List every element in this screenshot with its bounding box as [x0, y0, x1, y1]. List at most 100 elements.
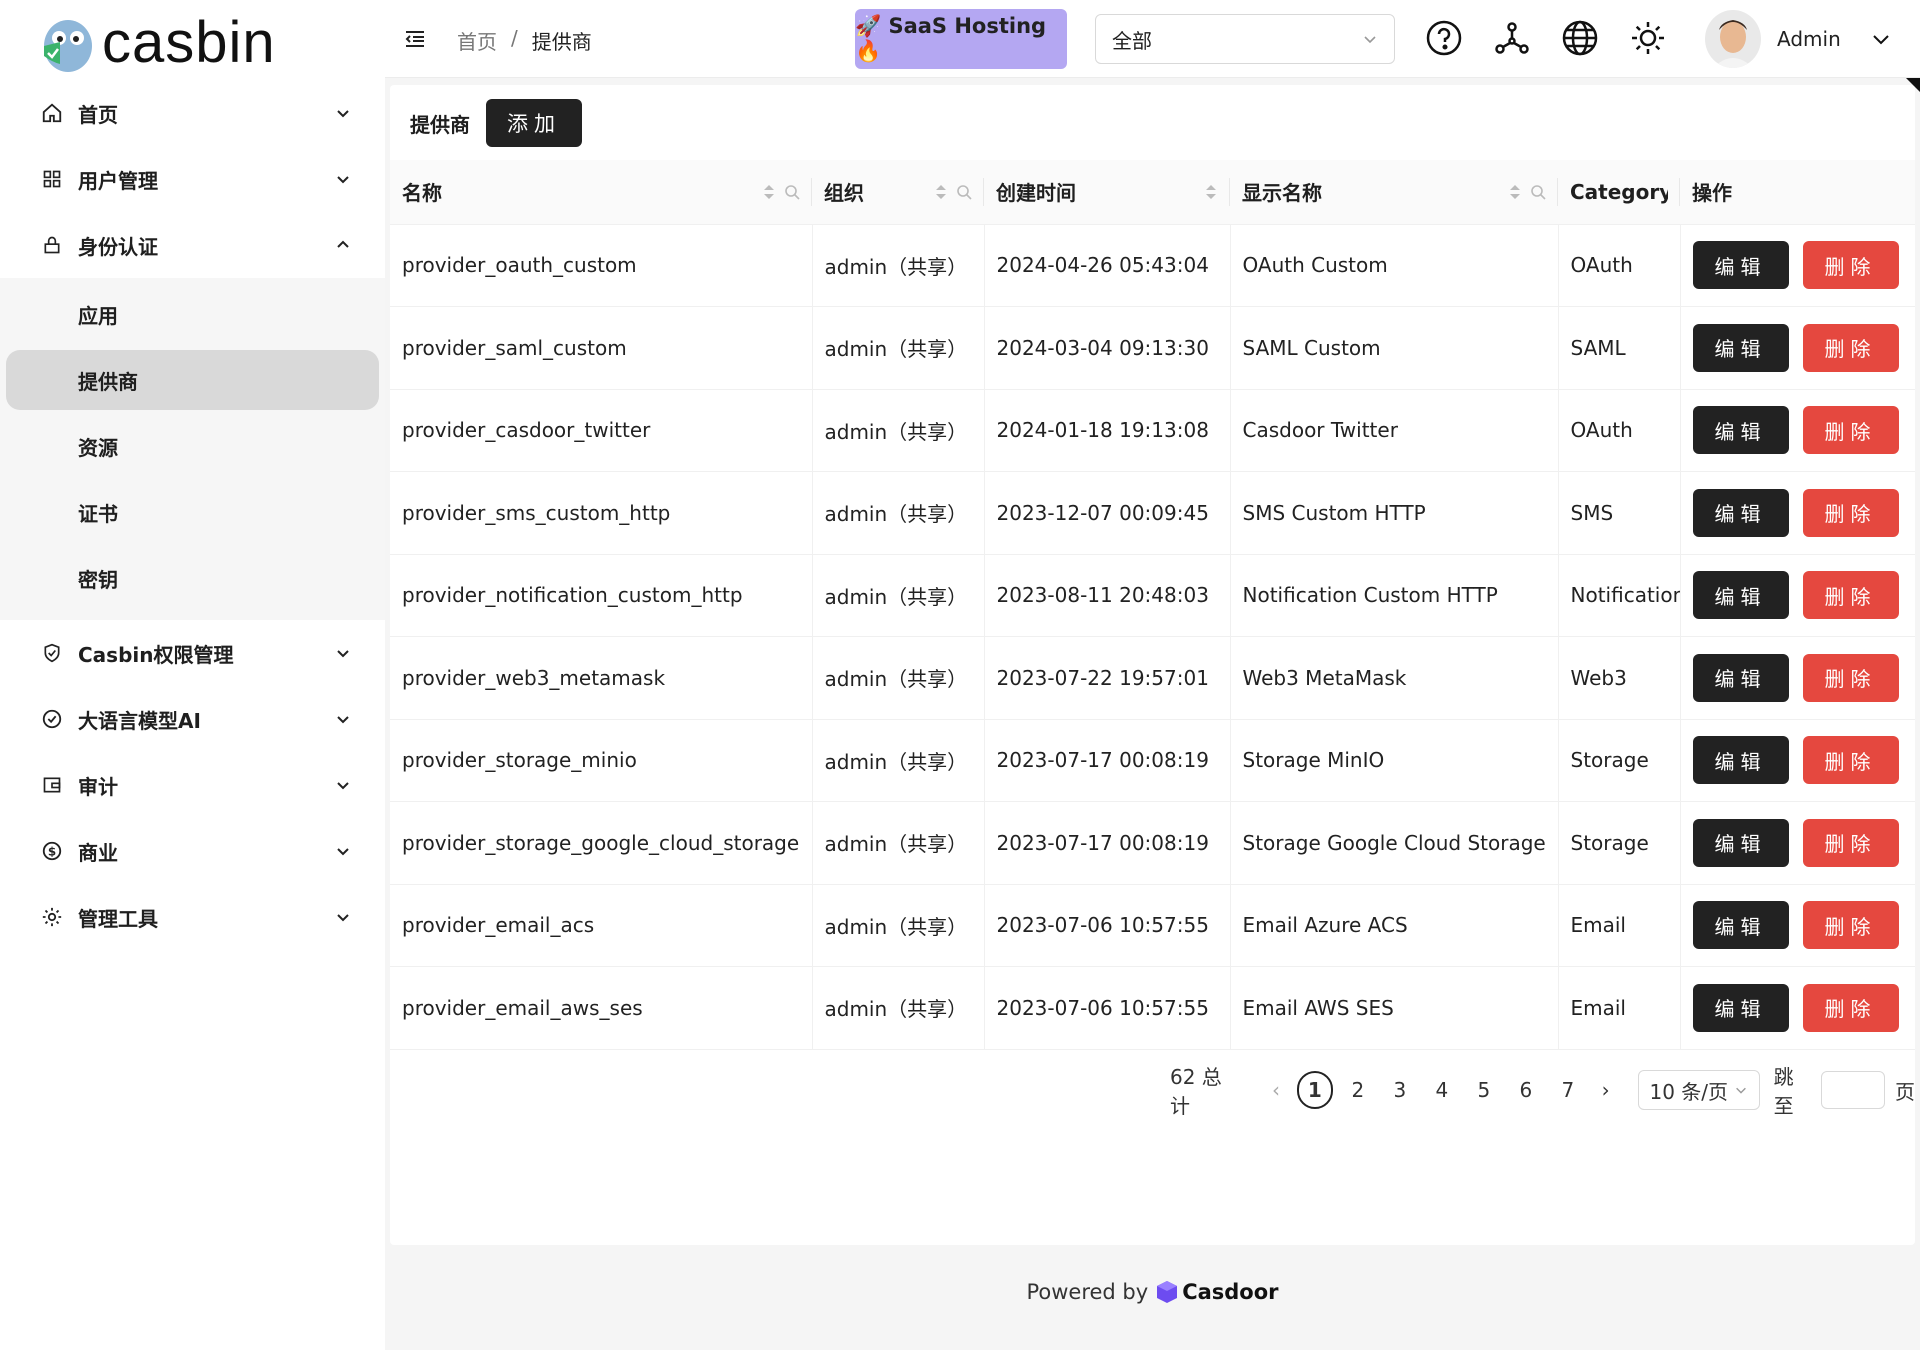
delete-button[interactable]: 删除: [1802, 571, 1899, 620]
cell-name: provider_storage_google_cloud_storage: [390, 801, 813, 885]
search-icon[interactable]: [956, 184, 972, 200]
delete-button[interactable]: 删除: [1802, 323, 1899, 372]
delete-button[interactable]: 删除: [1802, 488, 1899, 537]
cell-created-time: 2023-07-17 00:08:19: [984, 801, 1231, 885]
jump-label: 跳至: [1773, 1065, 1794, 1118]
cell-name: provider_saml_custom: [390, 306, 813, 390]
cell-actions: 编辑 删除: [1680, 306, 1915, 390]
home-icon: [40, 101, 64, 125]
sidebar-item-label: 管理工具: [78, 906, 158, 931]
page-number[interactable]: 4: [1421, 1071, 1463, 1109]
sidebar-item-user-management[interactable]: 用户管理: [0, 146, 385, 212]
delete-button[interactable]: 删除: [1802, 653, 1899, 702]
column-header-organization[interactable]: 组织: [812, 160, 984, 225]
cell-organization: admin（共享）: [812, 224, 985, 307]
delete-button[interactable]: 删除: [1802, 901, 1899, 950]
edit-button[interactable]: 编辑: [1692, 488, 1789, 537]
casbin-logo-icon: [44, 20, 92, 72]
sun-icon[interactable]: [1629, 19, 1667, 57]
sort-icon[interactable]: [1204, 183, 1218, 201]
page-number[interactable]: 7: [1547, 1071, 1589, 1109]
chevron-down-icon[interactable]: [1871, 30, 1891, 48]
next-page-icon[interactable]: ›: [1589, 1078, 1623, 1102]
page-number[interactable]: 2: [1337, 1071, 1379, 1109]
help-icon[interactable]: [1425, 19, 1463, 57]
sort-icon[interactable]: [934, 183, 948, 201]
prev-page-icon[interactable]: ‹: [1259, 1078, 1293, 1102]
jump-page-input[interactable]: [1821, 1071, 1885, 1109]
add-button[interactable]: 添加: [486, 99, 582, 147]
globe-icon[interactable]: [1561, 19, 1599, 57]
page-number-list: 1234567: [1293, 1071, 1589, 1109]
table-row: provider_web3_metamask admin（共享） 2023-07-2…: [390, 636, 1915, 720]
sidebar-item-applications[interactable]: 应用: [6, 284, 379, 344]
cell-actions: 编辑 删除: [1680, 966, 1915, 1050]
cell-category: SAML: [1558, 306, 1681, 390]
column-header-category[interactable]: Category: [1558, 160, 1680, 225]
edit-button[interactable]: 编辑: [1692, 901, 1789, 950]
cell-category: Storage: [1558, 801, 1681, 885]
authentication-submenu: 应用 提供商 资源 证书 密钥: [0, 278, 385, 620]
menu-fold-icon[interactable]: [403, 27, 427, 51]
casdoor-brand-link[interactable]: Casdoor: [1156, 1280, 1279, 1304]
sidebar-item-certs[interactable]: 证书: [6, 482, 379, 542]
edit-button[interactable]: 编辑: [1692, 241, 1789, 290]
table-row: provider_storage_google_cloud_storage adm…: [390, 801, 1915, 885]
user-name[interactable]: Admin: [1777, 27, 1841, 51]
breadcrumb-home[interactable]: 首页: [457, 26, 497, 55]
cell-display-name: SMS Custom HTTP: [1230, 471, 1559, 555]
sidebar-item-admin-tools[interactable]: 管理工具: [0, 884, 385, 950]
edit-button[interactable]: 编辑: [1692, 406, 1789, 455]
page-number[interactable]: 1: [1296, 1071, 1333, 1109]
delete-button[interactable]: 删除: [1802, 241, 1899, 290]
saas-hosting-button[interactable]: 🚀 SaaS Hosting 🔥: [855, 9, 1067, 69]
cell-name: provider_web3_metamask: [390, 636, 813, 720]
search-icon[interactable]: [1530, 184, 1546, 200]
page-number[interactable]: 6: [1505, 1071, 1547, 1109]
cell-created-time: 2024-03-04 09:13:30: [984, 306, 1231, 390]
sidebar-item-authentication[interactable]: 身份认证: [0, 212, 385, 278]
edit-button[interactable]: 编辑: [1692, 983, 1789, 1032]
brand-name: casbin: [102, 10, 276, 75]
column-header-created-time[interactable]: 创建时间: [984, 160, 1230, 225]
organization-select[interactable]: 全部: [1095, 14, 1395, 64]
delete-button[interactable]: 删除: [1802, 406, 1899, 455]
page-number[interactable]: 3: [1379, 1071, 1421, 1109]
edit-button[interactable]: 编辑: [1692, 653, 1789, 702]
cell-created-time: 2024-04-26 05:43:04: [984, 224, 1231, 307]
sidebar-item-label: Casbin权限管理: [78, 642, 234, 667]
providers-table: 名称 组织 创建时间 显示名称 Category 操作 provider_oau…: [390, 160, 1915, 1050]
edit-button[interactable]: 编辑: [1692, 571, 1789, 620]
cell-name: provider_casdoor_twitter: [390, 389, 813, 472]
page-size-select[interactable]: 10 条/页: [1638, 1070, 1760, 1110]
sidebar-item-business[interactable]: $ 商业: [0, 818, 385, 884]
sidebar-item-resources[interactable]: 资源: [6, 416, 379, 476]
delete-button[interactable]: 删除: [1802, 736, 1899, 785]
shield-check-icon: [40, 641, 64, 665]
delete-button[interactable]: 删除: [1802, 983, 1899, 1032]
sort-icon[interactable]: [762, 183, 776, 201]
graph-nodes-icon[interactable]: [1493, 19, 1531, 57]
wallet-icon: [40, 773, 64, 797]
avatar[interactable]: [1705, 10, 1761, 68]
table-row: provider_notification_custom_http admin（共…: [390, 554, 1915, 637]
logo[interactable]: casbin: [40, 8, 276, 78]
cell-display-name: Web3 MetaMask: [1230, 636, 1559, 720]
search-icon[interactable]: [784, 184, 800, 200]
sidebar-item-providers[interactable]: 提供商: [6, 350, 379, 410]
edit-button[interactable]: 编辑: [1692, 323, 1789, 372]
sidebar-item-home[interactable]: 首页: [0, 80, 385, 146]
column-header-display-name[interactable]: 显示名称: [1230, 160, 1558, 225]
sidebar-item-llm-ai[interactable]: 大语言模型AI: [0, 686, 385, 752]
sidebar-item-label: 大语言模型AI: [78, 708, 201, 733]
column-header-name[interactable]: 名称: [390, 160, 812, 225]
delete-button[interactable]: 删除: [1802, 818, 1899, 867]
sidebar-item-casbin-permissions[interactable]: Casbin权限管理: [0, 620, 385, 686]
cell-display-name: Storage MinIO: [1230, 719, 1559, 802]
sidebar-item-keys[interactable]: 密钥: [6, 548, 379, 608]
sidebar-item-audit[interactable]: 审计: [0, 752, 385, 818]
edit-button[interactable]: 编辑: [1692, 736, 1789, 785]
page-number[interactable]: 5: [1463, 1071, 1505, 1109]
edit-button[interactable]: 编辑: [1692, 818, 1789, 867]
sort-icon[interactable]: [1508, 183, 1522, 201]
